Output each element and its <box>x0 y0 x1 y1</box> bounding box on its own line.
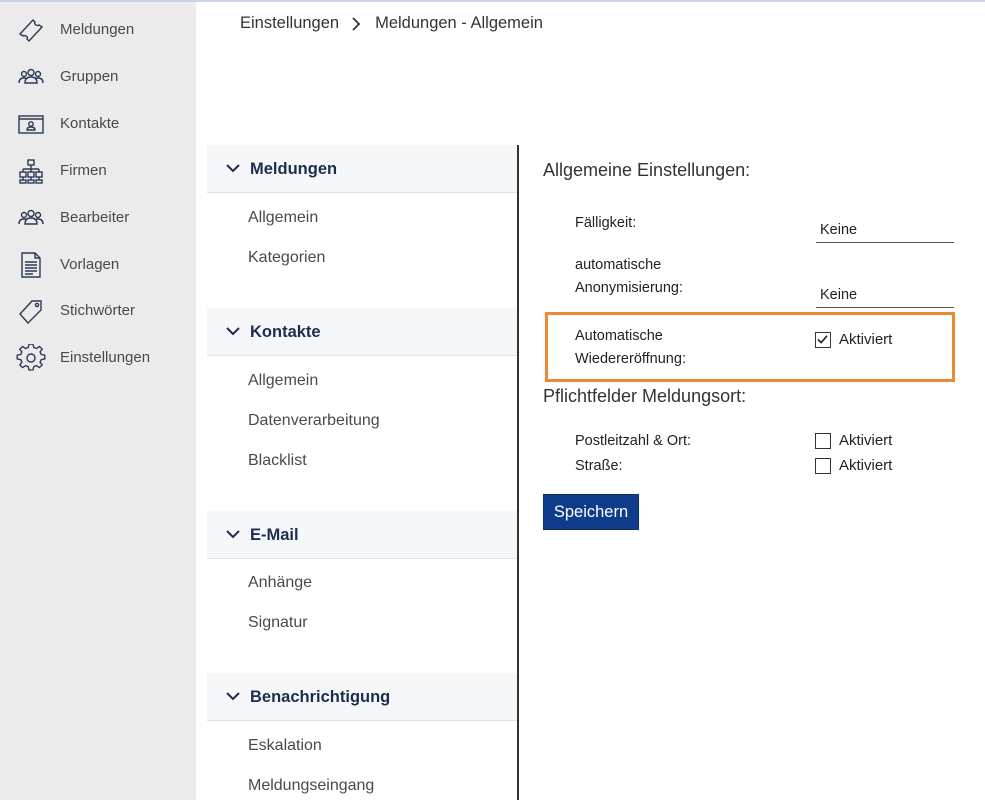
nav-label: Bearbeiter <box>60 209 130 226</box>
chevron-right-icon <box>351 16 361 31</box>
reopen-label-line2: Wiedereröffnung: <box>575 351 686 367</box>
breadcrumb-current: Meldungen - Allgemein <box>375 14 543 32</box>
section-title: Benachrichtigung <box>250 688 391 706</box>
group-icon <box>16 63 46 91</box>
left-navigation: Meldungen Gruppen Kontakte Firmen Bearbe… <box>0 2 196 800</box>
reopen-checkbox[interactable]: Aktiviert <box>815 331 892 348</box>
submenu-link-anhaenge[interactable]: Anhänge <box>248 574 312 592</box>
submenu-link-meldungen-allgemein[interactable]: Allgemein <box>248 209 318 227</box>
people-icon <box>16 204 46 232</box>
section-header-kontakte[interactable]: Kontakte <box>207 308 517 356</box>
section-header-email[interactable]: E-Mail <box>207 511 517 559</box>
chevron-down-icon <box>226 163 240 173</box>
nav-label: Vorlagen <box>60 256 120 273</box>
nav-item-firmen[interactable]: Firmen <box>0 151 196 191</box>
checkbox-box[interactable] <box>815 457 831 474</box>
submenu-divider <box>517 145 519 800</box>
nav-item-bearbeiter[interactable]: Bearbeiter <box>0 198 196 238</box>
nav-label: Firmen <box>60 162 107 179</box>
anonymization-label-line2: Anonymisierung: <box>575 280 683 296</box>
nav-label: Gruppen <box>60 68 119 85</box>
breadcrumb-root-link[interactable]: Einstellungen <box>240 14 339 33</box>
section-header-meldungen[interactable]: Meldungen <box>207 145 517 193</box>
street-checkbox[interactable]: Aktiviert <box>815 457 892 474</box>
breadcrumb: Einstellungen Meldungen - Allgemein <box>240 14 543 33</box>
general-settings-heading: Allgemeine Einstellungen: <box>543 160 751 180</box>
submenu-link-kategorien[interactable]: Kategorien <box>248 249 325 267</box>
checkbox-label: Aktiviert <box>839 331 893 348</box>
reopen-label-line1: Automatische <box>575 328 663 344</box>
nav-item-gruppen[interactable]: Gruppen <box>0 57 196 97</box>
street-label: Straße: <box>575 458 623 474</box>
anonymization-field[interactable] <box>816 282 954 308</box>
submenu-link-signatur[interactable]: Signatur <box>248 614 308 632</box>
anonymization-label-line1: automatische <box>575 257 662 273</box>
nav-item-meldungen[interactable]: Meldungen <box>0 10 196 50</box>
anonymization-label: automatische Anonymisierung: <box>575 254 683 300</box>
chevron-down-icon <box>226 326 240 336</box>
checkbox-label: Aktiviert <box>839 432 893 449</box>
nav-label: Meldungen <box>60 21 135 38</box>
ticket-icon <box>16 16 46 44</box>
nav-label: Einstellungen <box>60 349 151 366</box>
document-icon <box>16 251 46 279</box>
section-title: Kontakte <box>250 323 321 341</box>
checkbox-box[interactable] <box>815 331 831 348</box>
nav-label: Kontakte <box>60 115 120 132</box>
submenu-link-datenverarbeitung[interactable]: Datenverarbeitung <box>248 412 380 430</box>
submenu-link-kontakte-allgemein[interactable]: Allgemein <box>248 372 318 390</box>
org-chart-icon <box>16 157 46 185</box>
nav-item-kontakte[interactable]: Kontakte <box>0 104 196 144</box>
required-fields-heading: Pflichtfelder Meldungsort: <box>543 386 747 406</box>
tag-icon <box>16 297 46 325</box>
reopen-label: Automatische Wiedereröffnung: <box>575 325 686 371</box>
zip-city-label: Postleitzahl & Ort: <box>575 433 692 449</box>
nav-item-stichwoerter[interactable]: Stichwörter <box>0 291 196 331</box>
submenu-link-meldungseingang[interactable]: Meldungseingang <box>248 777 374 795</box>
gear-icon <box>16 344 46 372</box>
settings-submenu: Meldungen Allgemein Kategorien Kontakte … <box>207 145 518 800</box>
nav-label: Stichwörter <box>60 302 136 319</box>
due-field[interactable] <box>816 217 954 243</box>
zip-city-checkbox[interactable]: Aktiviert <box>815 432 892 449</box>
save-button[interactable]: Speichern <box>543 494 639 530</box>
checkbox-box[interactable] <box>815 432 831 449</box>
checkbox-label: Aktiviert <box>839 457 893 474</box>
section-header-benachrichtigung[interactable]: Benachrichtigung <box>207 673 517 721</box>
submenu-link-blacklist[interactable]: Blacklist <box>248 452 307 470</box>
nav-item-einstellungen[interactable]: Einstellungen <box>0 338 196 378</box>
nav-item-vorlagen[interactable]: Vorlagen <box>0 245 196 285</box>
chevron-down-icon <box>226 529 240 539</box>
due-label: Fälligkeit: <box>575 215 637 231</box>
submenu-link-eskalation[interactable]: Eskalation <box>248 737 322 755</box>
section-title: Meldungen <box>250 160 338 178</box>
contact-card-icon <box>16 110 46 138</box>
chevron-down-icon <box>226 691 240 701</box>
section-title: E-Mail <box>250 526 299 544</box>
